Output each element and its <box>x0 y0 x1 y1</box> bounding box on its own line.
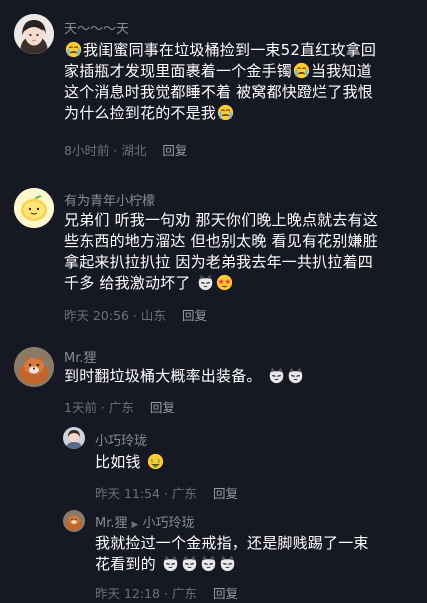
comment-username[interactable]: Mr.狸 <box>64 347 97 366</box>
comment-location: 湖北 <box>121 143 147 158</box>
comment-location: 广东 <box>171 586 197 601</box>
comment-meta: 昨天 11:54 · 广东 回复 <box>95 486 238 501</box>
crying-face-icon <box>293 62 310 79</box>
cat-face-icon <box>197 274 214 291</box>
comment-text: 我闺蜜同事在垃圾桶捡到一束52直红玫拿回 家插瓶才发现里面裹着一个金手镯 当我知… <box>64 41 377 122</box>
comment-time: 昨天 20:56 <box>64 308 129 323</box>
avatar[interactable] <box>14 14 54 54</box>
comment-meta: 昨天 20:56 · 山东 回复 <box>64 308 207 323</box>
cat-face-icon <box>200 555 217 572</box>
reply-button[interactable]: 回复 <box>213 586 238 601</box>
comment-username: Mr.狸 ▶ 小巧玲珑 <box>95 512 194 531</box>
reply-button[interactable]: 回复 <box>182 308 207 323</box>
comment-time: 昨天 12:18 <box>95 586 160 601</box>
comment-meta: 昨天 12:18 · 广东 回复 <box>95 586 238 601</box>
star-struck-face-icon <box>216 274 233 291</box>
comment-username[interactable]: 天～～～天 <box>64 18 129 37</box>
comment-location: 山东 <box>140 308 166 323</box>
comment-text: 比如钱 $ $ <box>95 452 415 473</box>
money-face-icon: $ $ <box>147 453 164 470</box>
comment-text: 到时翻垃圾桶大概率出装备。 <box>64 366 419 387</box>
reply-author[interactable]: Mr.狸 <box>95 516 128 531</box>
avatar[interactable] <box>14 347 54 387</box>
comment-time: 1天前 <box>64 400 97 415</box>
comment-username[interactable]: 有为青年小柠檬 <box>64 190 155 209</box>
crying-face-icon <box>217 104 234 121</box>
comment-meta: 8小时前 · 湖北 回复 <box>64 143 188 158</box>
cat-face-icon <box>181 555 198 572</box>
comment-meta: 1天前 · 广东 回复 <box>64 400 175 415</box>
reply-button[interactable]: 回复 <box>213 486 238 501</box>
reply-button[interactable]: 回复 <box>162 143 187 158</box>
comment-location: 广东 <box>108 400 134 415</box>
avatar[interactable] <box>63 510 85 532</box>
cat-face-icon <box>287 367 304 384</box>
comment-text: 兄弟们 听我一句劝 那天你们晚上晚点就去有这 些东西的地方溜达 但也别太晚 看见… <box>64 211 378 292</box>
svg-text:$: $ <box>150 458 153 464</box>
cat-face-icon <box>219 555 236 572</box>
svg-text:$: $ <box>157 458 160 464</box>
cat-face-icon <box>268 367 285 384</box>
reply-arrow-icon: ▶ <box>131 520 139 530</box>
reply-button[interactable]: 回复 <box>150 400 175 415</box>
comment-text: 我就捡过一个金戒指，还是脚贱踢了一束 花看到的 <box>95 534 369 573</box>
avatar[interactable] <box>63 427 85 449</box>
comment-username[interactable]: 小巧玲珑 <box>95 430 147 449</box>
comment-time: 8小时前 <box>64 143 110 158</box>
avatar[interactable] <box>14 188 54 228</box>
reply-target[interactable]: 小巧玲珑 <box>142 516 194 531</box>
cat-face-icon <box>162 555 179 572</box>
crying-face-icon <box>65 41 82 58</box>
comment-time: 昨天 11:54 <box>95 486 160 501</box>
comment-location: 广东 <box>171 486 197 501</box>
